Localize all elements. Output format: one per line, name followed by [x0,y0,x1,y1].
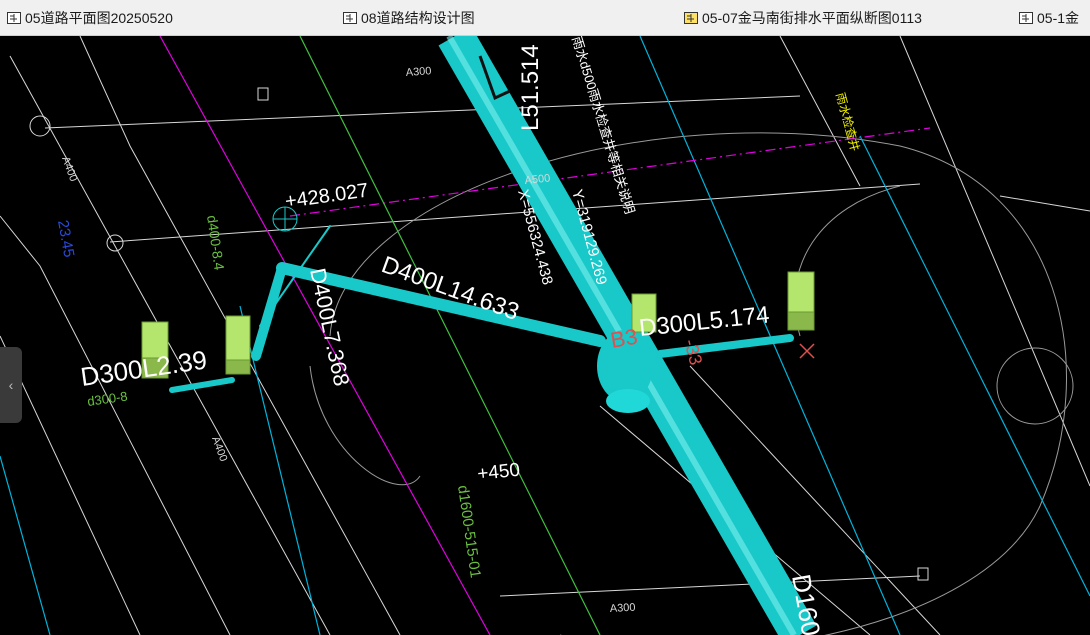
label-green-d1600: d1600-515-01 [454,484,484,579]
document-tab-bar: 05道路平面图20250520 08道路结构设计图 05-07金马南街排水平面纵… [0,0,1090,36]
tab-label: 05道路平面图20250520 [25,10,173,26]
tab-road-plan[interactable]: 05道路平面图20250520 [6,8,173,28]
label-green-d400: d400-8.4 [204,214,228,271]
label-elev-top: +428.027 [284,179,370,212]
label-dim-a300-top: A300 [405,65,431,79]
label-red-b3: B3 [609,324,640,353]
magenta-boundary-lines [159,36,931,635]
tab-label: 08道路结构设计图 [361,10,475,26]
red-cross-marker [799,343,815,359]
tab-drainage-plan[interactable]: 05-07金马南街排水平面纵断图0113 [683,8,922,28]
cad-canvas[interactable]: L51.514 雨水d500雨水检查井等相关说明 +428.027 Y=3191… [0,36,1090,635]
label-red-33: -33 [680,337,706,367]
survey-arc [309,132,1074,635]
drawing-file-icon [1019,12,1033,24]
label-pipe-d400: D400L14.633 [378,251,523,326]
label-dim-a400-left: A400 [59,155,79,183]
label-green-d300: d300-8 [86,388,128,408]
label-num-2345: 23.45 [54,219,77,259]
label-elev-bottom: +450 [476,460,521,485]
tab-label: 05-07金马南街排水平面纵断图0113 [702,10,922,26]
label-dim-a300-bottom: A300 [610,602,636,615]
drawing-file-icon [343,12,357,24]
chevron-left-icon: ‹ [8,377,14,393]
label-pipe-main-length: L51.514 [517,44,544,131]
label-dim-a400-mid: A400 [209,435,229,463]
cad-drawing-viewport[interactable]: L51.514 雨水d500雨水检查井等相关说明 +428.027 Y=3191… [0,36,1090,635]
tab-road-structure[interactable]: 08道路结构设计图 [342,8,475,28]
side-panel-collapse-button[interactable]: ‹ [0,347,22,423]
tab-partial[interactable]: 05-1金 [1018,8,1079,28]
label-pipe-d300-right: D300L5.174 [638,301,771,342]
tab-label: 05-1金 [1037,10,1080,26]
drawing-file-icon [684,12,698,24]
drawing-file-icon [7,12,21,24]
